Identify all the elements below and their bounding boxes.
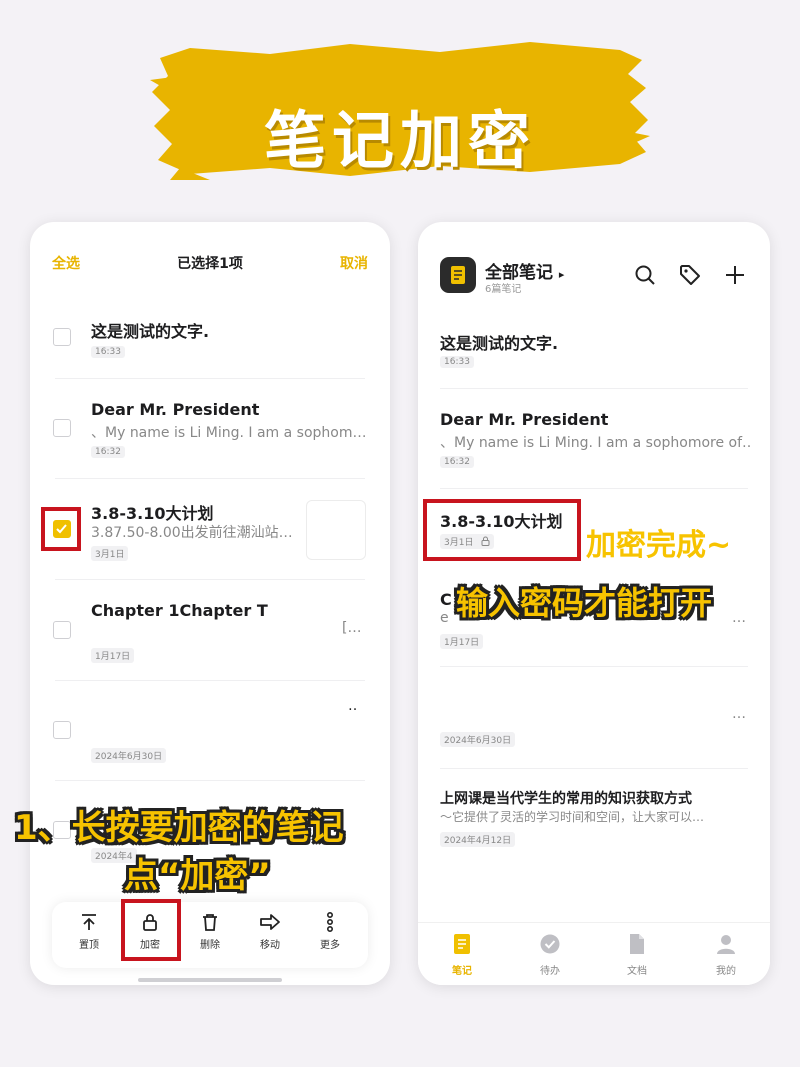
more-button[interactable]: 更多 bbox=[305, 912, 355, 951]
profile-tab-icon bbox=[717, 935, 735, 954]
password-required-label: 输入密码才能打开 bbox=[456, 584, 713, 622]
tab-label: 我的 bbox=[716, 966, 736, 977]
divider bbox=[440, 488, 748, 489]
note-date: 16:32 bbox=[440, 456, 474, 468]
note-preview: 3.87.50-8.00出发前往潮汕站… bbox=[91, 525, 293, 541]
tab-todo[interactable]: 待办 bbox=[520, 933, 580, 977]
note-date: 2024年6月30日 bbox=[440, 732, 516, 747]
search-icon[interactable] bbox=[634, 264, 656, 286]
divider bbox=[440, 768, 748, 769]
note-date: 2024年4月12日 bbox=[440, 832, 516, 847]
note-title: Dear Mr. President bbox=[440, 410, 609, 429]
note-title: 上网课是当代学生的常用的知识获取方式 bbox=[440, 791, 692, 807]
note-trailing: … bbox=[732, 610, 746, 626]
pin-top-label: 置顶 bbox=[79, 940, 99, 951]
delete-button[interactable]: 删除 bbox=[185, 912, 235, 951]
divider bbox=[440, 388, 748, 389]
note-date: 16:33 bbox=[440, 356, 474, 368]
list-item[interactable]: 上网课是当代学生的常用的知识获取方式 ～它提供了灵活的学习时间和空间，让大家可以… bbox=[418, 786, 770, 866]
list-item[interactable]: Dear Mr. President 、My name is Li Ming. … bbox=[30, 398, 390, 478]
home-indicator bbox=[138, 978, 282, 982]
list-item[interactable]: … 2024年6月30日 bbox=[418, 686, 770, 752]
encryption-done-label: 加密完成~ bbox=[586, 528, 732, 563]
divider bbox=[55, 579, 365, 580]
note-preview: ～它提供了灵活的学习时间和空间，让大家可以… bbox=[440, 810, 705, 824]
divider bbox=[55, 780, 365, 781]
tab-label: 待办 bbox=[540, 966, 560, 977]
note-preview: 、My name is Li Ming. I am a sophomore of… bbox=[440, 435, 750, 451]
note-date: 16:33 bbox=[91, 346, 125, 358]
list-item-selected[interactable]: 3.8-3.10大计划 3.87.50-8.00出发前往潮汕站… 3月1日 bbox=[30, 498, 390, 582]
todo-tab-icon bbox=[540, 934, 560, 954]
note-date: 16:32 bbox=[91, 446, 125, 458]
more-label: 更多 bbox=[320, 940, 340, 951]
tab-profile[interactable]: 我的 bbox=[696, 933, 756, 977]
note-trailing: … bbox=[732, 706, 746, 722]
note-title: 3.8-3.10大计划 bbox=[91, 504, 214, 523]
note-preview: 、My name is Li Ming. I am a sophom… bbox=[91, 425, 366, 441]
note-checkbox[interactable] bbox=[53, 721, 71, 739]
more-dots-icon bbox=[327, 912, 334, 932]
highlight-box-locked-note bbox=[423, 499, 581, 561]
note-date: 2024年6月30日 bbox=[91, 748, 167, 763]
note-date: 3月1日 bbox=[91, 546, 129, 561]
cancel-button[interactable]: 取消 bbox=[340, 253, 368, 273]
note-preview: ‥ bbox=[348, 698, 358, 714]
tab-label: 文档 bbox=[627, 966, 647, 977]
notes-app-icon[interactable] bbox=[440, 257, 476, 293]
list-item[interactable]: Dear Mr. President 、My name is Li Ming. … bbox=[418, 408, 770, 488]
highlight-box-encrypt bbox=[121, 899, 181, 961]
add-note-icon[interactable] bbox=[724, 264, 746, 286]
step1-instruction-line2: 点“加密” bbox=[124, 856, 271, 896]
list-item[interactable]: 这是测试的文字. 16:33 bbox=[418, 328, 770, 388]
pin-top-button[interactable]: 置顶 bbox=[64, 912, 114, 951]
note-count: 6篇笔记 bbox=[485, 284, 522, 295]
note-preview: [… bbox=[342, 620, 362, 636]
banner: 笔记加密 bbox=[150, 40, 650, 190]
banner-title: 笔记加密 bbox=[263, 104, 536, 177]
note-thumbnail bbox=[306, 500, 366, 560]
list-item[interactable]: Chapter 1Chapter T [… 1月17日 bbox=[30, 598, 390, 678]
note-date: 1月17日 bbox=[440, 634, 484, 649]
divider bbox=[55, 680, 365, 681]
list-item[interactable]: ‥ 2024年6月30日 bbox=[30, 698, 390, 778]
pin-top-icon bbox=[82, 914, 96, 930]
note-tab-icon bbox=[454, 934, 470, 954]
tab-documents[interactable]: 文档 bbox=[607, 933, 667, 977]
trash-icon bbox=[203, 914, 217, 931]
note-date: 1月17日 bbox=[91, 648, 135, 663]
move-arrow-icon bbox=[260, 914, 280, 930]
highlight-box-checkbox bbox=[41, 507, 81, 551]
note-checkbox[interactable] bbox=[53, 328, 71, 346]
selection-topbar: 全选 已选择1项 取消 bbox=[30, 222, 390, 302]
list-item[interactable]: 这是测试的文字. 16:33 bbox=[30, 312, 390, 382]
document-tab-icon bbox=[630, 934, 644, 954]
tag-icon[interactable] bbox=[679, 264, 701, 286]
bottom-tab-bar: 笔记 待办 文档 我的 bbox=[418, 922, 770, 985]
tab-label: 笔记 bbox=[452, 966, 472, 977]
selection-count-title: 已选择1项 bbox=[177, 256, 243, 272]
bulk-action-bar: 置顶 加密 删除 移动 更多 bbox=[52, 902, 368, 968]
note-title: Chapter 1Chapter T bbox=[91, 601, 268, 620]
delete-label: 删除 bbox=[200, 940, 220, 951]
note-title: Dear Mr. President bbox=[91, 400, 260, 419]
note-title: 这是测试的文字. bbox=[91, 322, 210, 341]
note-title: 这是测试的文字. bbox=[440, 334, 559, 353]
move-label: 移动 bbox=[260, 940, 280, 951]
divider bbox=[55, 378, 365, 379]
step1-instruction-line1: 1、长按要加密的笔记 bbox=[14, 808, 344, 848]
divider bbox=[440, 666, 748, 667]
divider bbox=[55, 478, 365, 479]
move-button[interactable]: 移动 bbox=[245, 912, 295, 951]
note-checkbox[interactable] bbox=[53, 621, 71, 639]
note-checkbox[interactable] bbox=[53, 419, 71, 437]
tab-notes[interactable]: 笔记 bbox=[432, 933, 492, 977]
